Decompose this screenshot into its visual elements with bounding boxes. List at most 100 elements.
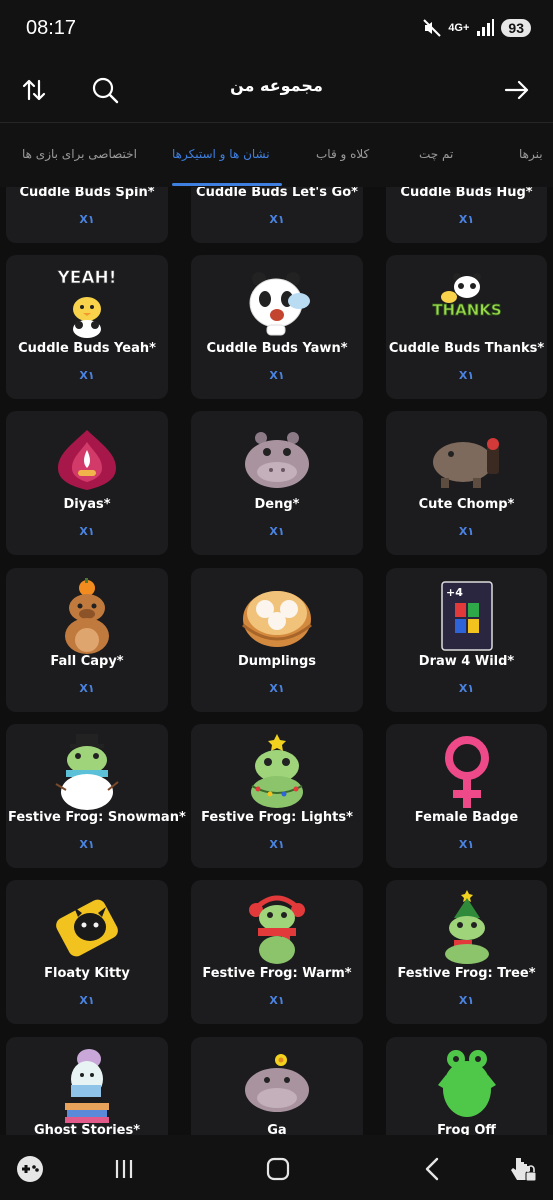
- item-quantity: X۱: [269, 838, 285, 851]
- item-card[interactable]: YEAH! Cuddle Buds Yeah* X۱: [6, 255, 168, 399]
- system-nav-bar: [0, 1135, 553, 1200]
- back-button[interactable]: [497, 70, 537, 110]
- item-quantity: X۱: [79, 213, 95, 226]
- item-card[interactable]: Festive Frog: Warm* X۱: [191, 880, 363, 1024]
- item-quantity: X۱: [458, 838, 475, 851]
- frog-snowman-icon: [55, 734, 119, 810]
- battery-level: 93: [501, 19, 531, 37]
- item-quantity: X۱: [79, 838, 95, 851]
- status-bar: 08:17 4G+ 93: [0, 0, 553, 58]
- item-name: Festive Frog: Warm*: [202, 966, 352, 981]
- chevron-left-icon: [425, 1157, 439, 1181]
- item-name: Ga: [267, 1123, 287, 1135]
- item-name: Dumplings: [237, 654, 317, 669]
- kitty-float-icon: [56, 899, 118, 957]
- item-card[interactable]: Female Badge X۱: [386, 724, 547, 868]
- diya-lamp-icon: [58, 430, 116, 490]
- item-quantity: X۱: [269, 525, 285, 538]
- recent-apps-button[interactable]: [104, 1149, 144, 1189]
- draw-four-card-icon: +4: [440, 581, 493, 651]
- hippo-icon: [245, 432, 309, 488]
- item-name: Ghost Stories*: [33, 1123, 141, 1135]
- panda-duck-thanks-icon: THANKS: [431, 273, 502, 319]
- item-quantity: X۱: [458, 682, 475, 695]
- item-quantity: X۱: [458, 213, 475, 226]
- frog-lights-icon: [251, 734, 303, 808]
- item-card[interactable]: Fall Capy* X۱: [6, 568, 168, 712]
- item-quantity: X۱: [269, 369, 285, 382]
- item-card[interactable]: Festive Frog: Snowman* X۱: [6, 724, 186, 868]
- ghost-reading-icon: [65, 1049, 109, 1123]
- dumplings-icon: [242, 591, 312, 647]
- item-quantity: X۱: [79, 369, 95, 382]
- item-name: Frog Off: [437, 1123, 496, 1135]
- item-name: Festive Frog: Snowman*: [8, 810, 186, 825]
- page-title: مجموعه من: [230, 76, 323, 95]
- item-name: Cuddle Buds Spin*: [19, 187, 155, 200]
- item-name: Cuddle Buds Hug*: [400, 187, 533, 200]
- system-back-button[interactable]: [413, 1149, 453, 1189]
- item-quantity: X۱: [269, 682, 285, 695]
- item-card[interactable]: Festive Frog: Tree* X۱: [386, 880, 547, 1024]
- item-name: Draw 4 Wild*: [418, 654, 515, 669]
- panda-yawn-icon: [249, 272, 310, 336]
- hippo-flower-icon: [245, 1054, 309, 1112]
- touch-lock-button[interactable]: [503, 1149, 543, 1189]
- frog-warm-icon: [249, 895, 305, 964]
- item-name: Cuddle Buds Thanks*: [388, 341, 545, 356]
- hippo-chomp-icon: [432, 438, 499, 488]
- game-launcher-button[interactable]: [10, 1149, 50, 1189]
- items-grid: Cuddle Buds Spin* X۱ Cuddle Buds Let's G…: [0, 187, 553, 1135]
- item-quantity: X۱: [458, 369, 475, 382]
- item-card[interactable]: Cute Chomp* X۱: [386, 411, 547, 555]
- item-card[interactable]: Cuddle Buds Hug* X۱: [386, 187, 547, 243]
- home-icon: [266, 1157, 290, 1181]
- item-card[interactable]: THANKS Cuddle Buds Thanks* X۱: [386, 255, 547, 399]
- item-name: Cute Chomp*: [418, 497, 515, 512]
- item-card[interactable]: Ghost Stories* X۱: [6, 1037, 168, 1135]
- item-card[interactable]: Ga X۱: [191, 1037, 363, 1135]
- item-name: Cuddle Buds Let's Go*: [196, 187, 358, 200]
- svg-text:THANKS: THANKS: [432, 301, 501, 319]
- item-quantity: X۱: [269, 994, 285, 1007]
- recents-icon: [115, 1160, 133, 1178]
- svg-text:YEAH!: YEAH!: [56, 268, 116, 288]
- arrow-right-icon: [504, 80, 529, 100]
- tab-banners[interactable]: بنرها: [519, 147, 543, 161]
- item-card[interactable]: +4 Draw 4 Wild* X۱: [386, 568, 547, 712]
- item-card[interactable]: Deng* X۱: [191, 411, 363, 555]
- item-quantity: X۱: [79, 525, 95, 538]
- item-quantity: X۱: [79, 682, 95, 695]
- green-frog-icon: [437, 1050, 496, 1117]
- touch-lock-icon: [511, 1158, 537, 1182]
- status-time: 08:17: [26, 17, 77, 39]
- item-name: Cuddle Buds Yeah*: [18, 341, 156, 356]
- item-name: Floaty Kitty: [44, 966, 130, 981]
- item-name: Festive Frog: Lights*: [201, 810, 353, 825]
- item-card[interactable]: Dumplings X۱: [191, 568, 363, 712]
- item-name: Deng*: [254, 497, 300, 512]
- item-name: Female Badge: [414, 810, 519, 825]
- item-card[interactable]: Frog Off X۱: [386, 1037, 547, 1135]
- female-symbol-icon: [444, 736, 489, 808]
- item-card[interactable]: Cuddle Buds Spin* X۱: [6, 187, 168, 243]
- tab-badges-stickers[interactable]: نشان ها و استیکرها: [172, 147, 270, 161]
- item-name: Festive Frog: Tree*: [397, 966, 536, 981]
- item-name: Fall Capy*: [50, 654, 124, 669]
- item-quantity: X۱: [269, 213, 285, 226]
- item-card[interactable]: Cuddle Buds Yawn* X۱: [191, 255, 363, 399]
- item-card[interactable]: Diyas* X۱: [6, 411, 168, 555]
- item-card[interactable]: Floaty Kitty X۱: [6, 880, 168, 1024]
- item-quantity: X۱: [79, 994, 95, 1007]
- tab-chat-theme[interactable]: تم چت: [419, 147, 453, 161]
- tab-game-exclusive[interactable]: اختصاصی برای بازی ها: [22, 147, 137, 161]
- item-card[interactable]: Cuddle Buds Let's Go* X۱: [191, 187, 363, 243]
- frog-tree-icon: [444, 890, 489, 964]
- svg-text:+4: +4: [446, 586, 463, 599]
- status-icons: 4G+ 93: [422, 18, 531, 38]
- category-tabs: اختصاصی برای بازی ها نشان ها و استیکرها …: [0, 122, 553, 187]
- tab-hats-frames[interactable]: کلاه و قاب: [316, 147, 369, 161]
- app-header: مجموعه من: [0, 58, 553, 122]
- home-button[interactable]: [258, 1149, 298, 1189]
- item-card[interactable]: Festive Frog: Lights* X۱: [191, 724, 363, 868]
